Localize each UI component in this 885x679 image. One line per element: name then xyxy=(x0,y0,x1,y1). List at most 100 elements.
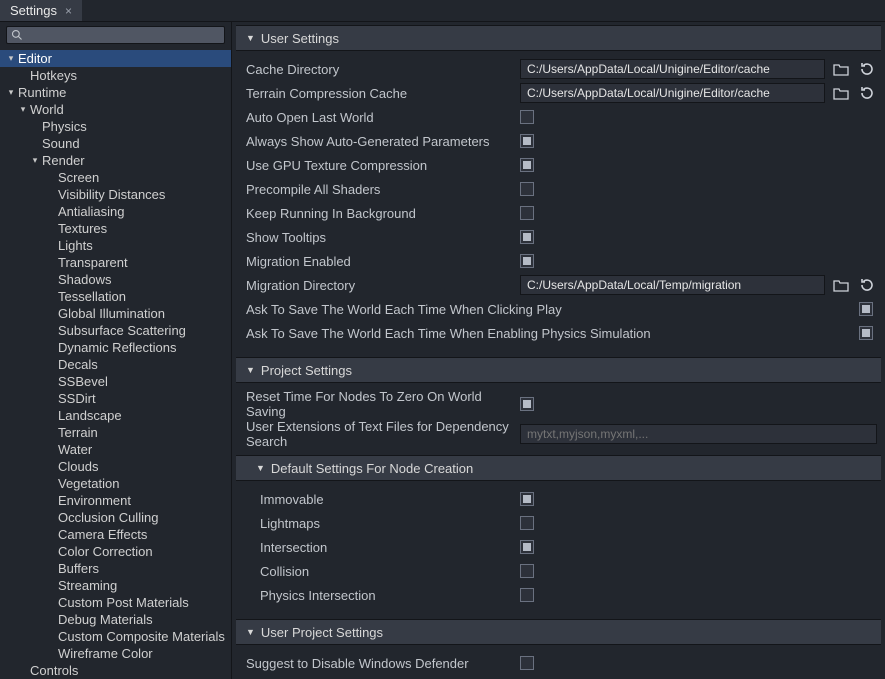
tree-item-landscape[interactable]: Landscape xyxy=(0,407,231,424)
tree-item-lights[interactable]: Lights xyxy=(0,237,231,254)
chevron-icon: ▾ xyxy=(6,50,16,67)
tree-item-label: Vegetation xyxy=(56,475,119,492)
label-intersection: Intersection xyxy=(240,540,520,555)
section-title: User Project Settings xyxy=(261,625,383,640)
tree-item-clouds[interactable]: Clouds xyxy=(0,458,231,475)
row-tooltips: Show Tooltips xyxy=(240,225,877,249)
tree-item-sound[interactable]: Sound xyxy=(0,135,231,152)
tree-item-hotkeys[interactable]: Hotkeys xyxy=(0,67,231,84)
tree-item-label: Visibility Distances xyxy=(56,186,165,203)
checkbox-reset-time[interactable] xyxy=(520,397,534,411)
checkbox-lightmaps[interactable] xyxy=(520,516,534,530)
checkbox-ask-play[interactable] xyxy=(859,302,873,316)
tree-item-subsurface-scattering[interactable]: Subsurface Scattering xyxy=(0,322,231,339)
chevron-icon: ▾ xyxy=(6,84,16,101)
reset-icon[interactable] xyxy=(857,275,877,295)
checkbox-auto-open[interactable] xyxy=(520,110,534,124)
tree-item-occlusion-culling[interactable]: Occlusion Culling xyxy=(0,509,231,526)
close-icon[interactable]: × xyxy=(65,4,72,18)
tree-item-global-illumination[interactable]: Global Illumination xyxy=(0,305,231,322)
search-input-wrap[interactable] xyxy=(6,26,225,44)
user-extensions-input[interactable] xyxy=(520,424,877,444)
tree-item-label: Runtime xyxy=(16,84,66,101)
section-header-defaults[interactable]: ▼ Default Settings For Node Creation xyxy=(236,455,881,481)
tree-item-label: Antialiasing xyxy=(56,203,125,220)
sidebar: ▾EditorHotkeys▾Runtime▾WorldPhysicsSound… xyxy=(0,22,232,679)
row-migration-enabled: Migration Enabled xyxy=(240,249,877,273)
checkbox-migration-enabled[interactable] xyxy=(520,254,534,268)
label-keep-bg: Keep Running In Background xyxy=(240,206,520,221)
checkbox-precompile[interactable] xyxy=(520,182,534,196)
tree-item-streaming[interactable]: Streaming xyxy=(0,577,231,594)
tree-item-label: Wireframe Color xyxy=(56,645,153,662)
tree-item-label: Environment xyxy=(56,492,131,509)
tree-item-antialiasing[interactable]: Antialiasing xyxy=(0,203,231,220)
tree-item-transparent[interactable]: Transparent xyxy=(0,254,231,271)
tab-settings[interactable]: Settings × xyxy=(0,0,82,21)
tree-item-label: Tessellation xyxy=(56,288,126,305)
checkbox-keep-bg[interactable] xyxy=(520,206,534,220)
folder-icon[interactable] xyxy=(831,59,851,79)
tree-item-color-correction[interactable]: Color Correction xyxy=(0,543,231,560)
tree-item-label: Clouds xyxy=(56,458,98,475)
tree-item-custom-composite-materials[interactable]: Custom Composite Materials xyxy=(0,628,231,645)
tree-item-screen[interactable]: Screen xyxy=(0,169,231,186)
section-header-user-project[interactable]: ▼ User Project Settings xyxy=(236,619,881,645)
tree-item-world[interactable]: ▾World xyxy=(0,101,231,118)
checkbox-ask-phys[interactable] xyxy=(859,326,873,340)
row-user-extensions: User Extensions of Text Files for Depend… xyxy=(240,419,877,449)
tree-item-editor[interactable]: ▾Editor xyxy=(0,50,231,67)
row-gpu-tex: Use GPU Texture Compression xyxy=(240,153,877,177)
checkbox-immovable[interactable] xyxy=(520,492,534,506)
tree-item-custom-post-materials[interactable]: Custom Post Materials xyxy=(0,594,231,611)
cache-directory-input[interactable] xyxy=(520,59,825,79)
folder-icon[interactable] xyxy=(831,83,851,103)
reset-icon[interactable] xyxy=(857,83,877,103)
chevron-down-icon: ▼ xyxy=(246,627,255,637)
tree-item-label: Occlusion Culling xyxy=(56,509,158,526)
tree-item-runtime[interactable]: ▾Runtime xyxy=(0,84,231,101)
tree-item-buffers[interactable]: Buffers xyxy=(0,560,231,577)
checkbox-tooltips[interactable] xyxy=(520,230,534,244)
tree-item-render[interactable]: ▾Render xyxy=(0,152,231,169)
tree-item-ssdirt[interactable]: SSDirt xyxy=(0,390,231,407)
tree-item-shadows[interactable]: Shadows xyxy=(0,271,231,288)
tree-item-environment[interactable]: Environment xyxy=(0,492,231,509)
tree-item-physics[interactable]: Physics xyxy=(0,118,231,135)
terrain-cache-input[interactable] xyxy=(520,83,825,103)
row-always-show: Always Show Auto-Generated Parameters xyxy=(240,129,877,153)
tree-item-wireframe-color[interactable]: Wireframe Color xyxy=(0,645,231,662)
tree-item-water[interactable]: Water xyxy=(0,441,231,458)
tree-item-debug-materials[interactable]: Debug Materials xyxy=(0,611,231,628)
folder-icon[interactable] xyxy=(831,275,851,295)
tab-label: Settings xyxy=(10,3,57,18)
row-precompile: Precompile All Shaders xyxy=(240,177,877,201)
tree-item-vegetation[interactable]: Vegetation xyxy=(0,475,231,492)
checkbox-gpu-tex[interactable] xyxy=(520,158,534,172)
tree-item-label: Subsurface Scattering xyxy=(56,322,186,339)
checkbox-always-show[interactable] xyxy=(520,134,534,148)
tree-item-textures[interactable]: Textures xyxy=(0,220,231,237)
tree-item-controls[interactable]: Controls xyxy=(0,662,231,679)
tree-item-camera-effects[interactable]: Camera Effects xyxy=(0,526,231,543)
section-header-project[interactable]: ▼ Project Settings xyxy=(236,357,881,383)
tree-item-label: Lights xyxy=(56,237,93,254)
tree-item-dynamic-reflections[interactable]: Dynamic Reflections xyxy=(0,339,231,356)
row-reset-time: Reset Time For Nodes To Zero On World Sa… xyxy=(240,389,877,419)
tree-item-visibility-distances[interactable]: Visibility Distances xyxy=(0,186,231,203)
tree-item-decals[interactable]: Decals xyxy=(0,356,231,373)
row-collision: Collision xyxy=(240,559,877,583)
search-input[interactable] xyxy=(27,28,220,42)
tree-item-label: Camera Effects xyxy=(56,526,147,543)
checkbox-intersection[interactable] xyxy=(520,540,534,554)
tree-item-label: Hotkeys xyxy=(28,67,77,84)
checkbox-phys-int[interactable] xyxy=(520,588,534,602)
tree-item-ssbevel[interactable]: SSBevel xyxy=(0,373,231,390)
tree-item-terrain[interactable]: Terrain xyxy=(0,424,231,441)
section-header-user[interactable]: ▼ User Settings xyxy=(236,25,881,51)
reset-icon[interactable] xyxy=(857,59,877,79)
tree-item-tessellation[interactable]: Tessellation xyxy=(0,288,231,305)
checkbox-collision[interactable] xyxy=(520,564,534,578)
migration-dir-input[interactable] xyxy=(520,275,825,295)
checkbox-defender[interactable] xyxy=(520,656,534,670)
